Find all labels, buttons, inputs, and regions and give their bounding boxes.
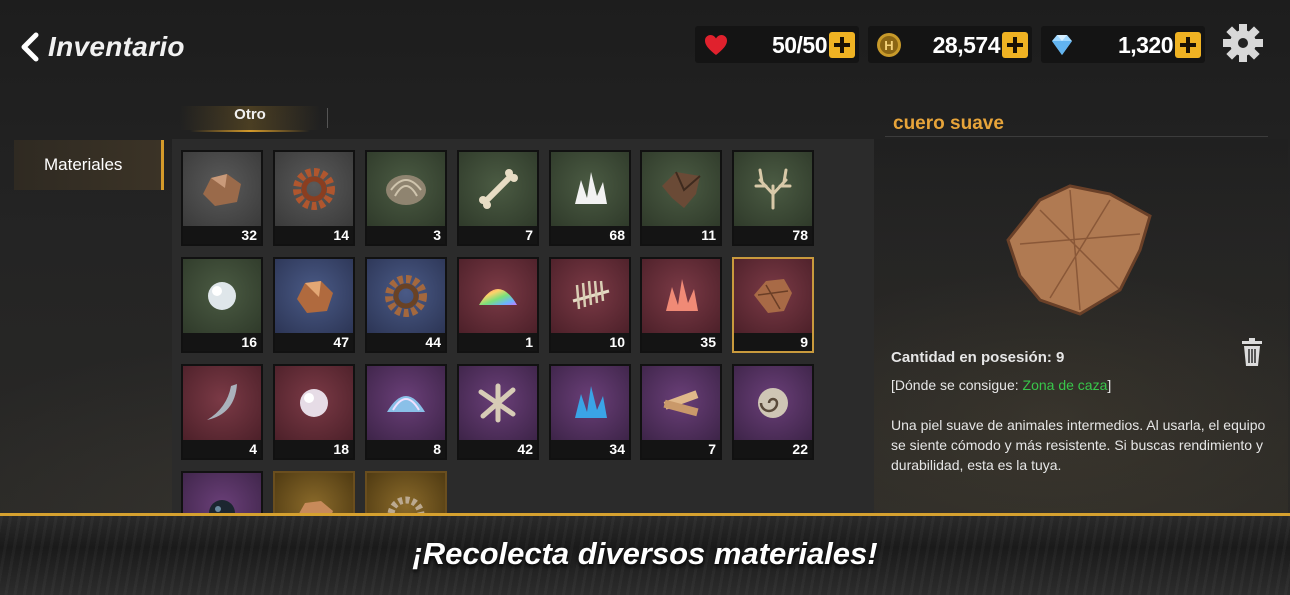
item-name: cuero suave (893, 113, 1004, 134)
tab-otro[interactable]: Otro (180, 106, 320, 132)
item-slot-pearl[interactable]: 16 (181, 257, 263, 353)
add-gems-button[interactable] (1175, 32, 1201, 58)
hearts-counter[interactable]: 50/50 (695, 26, 859, 63)
source-info: [Dónde se consigue: Zona de caza] (891, 377, 1111, 393)
promo-banner-text: ¡Recolecta diversos materiales! (412, 536, 878, 571)
item-count: 68 (609, 227, 625, 243)
item-slot-pink-pearl[interactable]: 18 (273, 364, 355, 460)
item-count: 1 (525, 334, 533, 350)
item-count: 14 (333, 227, 349, 243)
source-zone-link[interactable]: Zona de caza (1023, 377, 1108, 393)
heart-icon (705, 35, 727, 55)
rainbow-shell-icon (479, 289, 517, 305)
pearl-icon (300, 389, 328, 417)
gear-part-icon (293, 168, 335, 210)
item-slot-fur[interactable]: 11 (640, 150, 722, 246)
item-count: 7 (525, 227, 533, 243)
hearts-value: 50/50 (771, 32, 828, 58)
page-title: Inventario (48, 31, 185, 62)
item-count: 44 (425, 334, 441, 350)
sidebar-item-materiales[interactable]: Materiales (14, 140, 164, 190)
item-count: 16 (241, 334, 257, 350)
ore-chunk-icon (203, 174, 241, 206)
item-count: 47 (333, 334, 349, 350)
item-slot-rainbow-shell[interactable]: 1 (457, 257, 539, 353)
item-count: 7 (708, 441, 716, 457)
leather-large-icon (1006, 184, 1152, 316)
add-hearts-button[interactable] (829, 32, 855, 58)
item-slot-soft-leather[interactable]: 9 (732, 257, 814, 353)
item-slot-bones-pile[interactable]: 42 (457, 364, 539, 460)
item-count: 4 (249, 441, 257, 457)
item-slot-crystal-blue[interactable]: 34 (549, 364, 631, 460)
item-count: 22 (792, 441, 808, 457)
gems-value: 1,320 (1117, 32, 1174, 58)
antler-icon (754, 168, 792, 210)
item-count: 18 (333, 441, 349, 457)
item-count: 78 (792, 227, 808, 243)
gems-counter[interactable]: 1,320 (1041, 26, 1205, 63)
leather-icon (754, 279, 792, 313)
tab-divider (327, 108, 328, 128)
item-count: 32 (241, 227, 257, 243)
item-count: 35 (700, 334, 716, 350)
bone-icon (479, 169, 518, 209)
pink-crystal-icon (666, 279, 698, 311)
add-gold-button[interactable] (1002, 32, 1028, 58)
svg-text:H: H (884, 38, 893, 53)
item-count: 3 (433, 227, 441, 243)
gear-part-icon (385, 275, 427, 317)
item-slot-ribs[interactable]: 10 (549, 257, 631, 353)
iridescent-shell-icon (387, 396, 425, 412)
item-count: 11 (701, 227, 716, 243)
item-slot-gear[interactable]: 14 (273, 150, 355, 246)
item-count: 34 (609, 441, 625, 457)
promo-banner: ¡Recolecta diversos materiales! (0, 513, 1290, 595)
item-slot-ore[interactable]: 32 (181, 150, 263, 246)
trash-icon[interactable] (1240, 337, 1264, 367)
coin-icon: H (877, 33, 901, 57)
item-count: 42 (517, 441, 533, 457)
item-count: 10 (609, 334, 625, 350)
bones-pile-icon (478, 383, 516, 423)
item-slot-bone[interactable]: 7 (457, 150, 539, 246)
item-slot-spiral-shell[interactable]: 22 (732, 364, 814, 460)
ribcage-icon (572, 280, 610, 310)
spiral-shell-icon (758, 388, 788, 418)
white-crystal-icon (575, 172, 607, 204)
blue-crystal-icon (575, 386, 607, 418)
source-prefix: [Dónde se consigue: (891, 377, 1023, 393)
shell-icon (386, 175, 426, 205)
item-slot-crystal-pink[interactable]: 35 (640, 257, 722, 353)
item-count: 8 (433, 441, 441, 457)
item-slot-gear-blue[interactable]: 44 (365, 257, 447, 353)
settings-gear-icon[interactable] (1220, 22, 1266, 64)
diamond-icon (1052, 35, 1072, 55)
item-description: Una piel suave de animales intermedios. … (891, 417, 1266, 473)
fur-pelt-icon (662, 171, 701, 208)
item-count: 9 (800, 334, 808, 350)
ore-chunk-icon (297, 281, 333, 313)
item-slot-shell[interactable]: 3 (365, 150, 447, 246)
divider (885, 136, 1268, 137)
item-slot-ore-blue[interactable]: 47 (273, 257, 355, 353)
back-button[interactable]: Inventario (18, 30, 185, 64)
source-suffix: ] (1107, 377, 1112, 393)
planks-icon (663, 390, 699, 417)
item-slot-antler[interactable]: 78 (732, 150, 814, 246)
item-slot-wood-planks[interactable]: 7 (640, 364, 722, 460)
quantity-label: Cantidad en posesión: 9 (891, 349, 1065, 366)
chevron-left-icon (21, 32, 39, 62)
pearl-icon (208, 282, 236, 310)
gold-counter[interactable]: H 28,574 (868, 26, 1032, 63)
claw-icon (207, 384, 237, 420)
item-slot-claw[interactable]: 4 (181, 364, 263, 460)
item-slot-crystal-white[interactable]: 68 (549, 150, 631, 246)
gold-value: 28,574 (932, 32, 1001, 58)
item-slot-iridescent-shell[interactable]: 8 (365, 364, 447, 460)
